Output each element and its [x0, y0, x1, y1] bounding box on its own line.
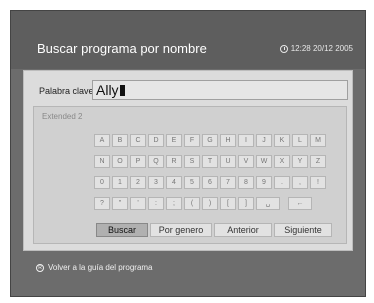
key[interactable]: 1: [112, 176, 128, 189]
key[interactable]: E: [166, 134, 182, 147]
key[interactable]: T: [202, 155, 218, 168]
next-button[interactable]: Siguiente: [274, 223, 332, 237]
key[interactable]: A: [94, 134, 110, 147]
datetime-text: 12:28 20/12 2005: [290, 44, 353, 53]
keyword-value: Ally: [96, 82, 119, 98]
key[interactable]: 5: [184, 176, 200, 189]
key[interactable]: M: [310, 134, 326, 147]
key[interactable]: S: [184, 155, 200, 168]
key[interactable]: B: [112, 134, 128, 147]
key[interactable]: U: [220, 155, 236, 168]
key[interactable]: X: [274, 155, 290, 168]
back-icon: R: [36, 263, 44, 272]
key[interactable]: 6: [202, 176, 218, 189]
keyword-label: Palabra clave: [39, 86, 94, 96]
key[interactable]: D: [148, 134, 164, 147]
key[interactable]: J: [256, 134, 272, 147]
key[interactable]: 3: [148, 176, 164, 189]
header: Buscar programa por nombre 12:28 20/12 2…: [11, 11, 365, 69]
keyword-input[interactable]: Ally: [92, 80, 348, 100]
key[interactable]: P: [130, 155, 146, 168]
onscreen-keyboard: Extended 2 ABCDEFGHIJKLM NOPQRSTUVWXYZ 012…: [33, 106, 347, 244]
clock-icon: [279, 44, 288, 53]
key[interactable]: ]: [238, 197, 254, 210]
key[interactable]: W: [256, 155, 272, 168]
key[interactable]: 4: [166, 176, 182, 189]
previous-button[interactable]: Anterior: [214, 223, 272, 237]
key[interactable]: F: [184, 134, 200, 147]
key[interactable]: I: [238, 134, 254, 147]
key[interactable]: L: [292, 134, 308, 147]
key[interactable]: 9: [256, 176, 272, 189]
search-panel: Palabra clave Ally Extended 2 ABCDEFGHIJ…: [23, 70, 353, 251]
text-cursor: [119, 85, 125, 96]
key[interactable]: Y: [292, 155, 308, 168]
key[interactable]: ,: [292, 176, 308, 189]
tv-screen: Buscar programa por nombre 12:28 20/12 2…: [10, 10, 366, 297]
key[interactable]: O: [112, 155, 128, 168]
key[interactable]: 7: [220, 176, 236, 189]
footer: R Volver a la guía del programa: [36, 263, 153, 272]
search-button[interactable]: Buscar: [96, 223, 148, 237]
key[interactable]: V: [238, 155, 254, 168]
key[interactable]: [: [220, 197, 236, 210]
key[interactable]: N: [94, 155, 110, 168]
key[interactable]: ": [112, 197, 128, 210]
key[interactable]: ?: [94, 197, 110, 210]
key[interactable]: G: [202, 134, 218, 147]
key[interactable]: H: [220, 134, 236, 147]
key[interactable]: ;: [166, 197, 182, 210]
key[interactable]: K: [274, 134, 290, 147]
key[interactable]: 2: [130, 176, 146, 189]
key[interactable]: ': [130, 197, 146, 210]
key[interactable]: .: [274, 176, 290, 189]
key[interactable]: (: [184, 197, 200, 210]
back-to-guide-label[interactable]: Volver a la guía del programa: [48, 263, 153, 272]
space-key[interactable]: ␣: [256, 197, 280, 210]
by-genre-button[interactable]: Por genero: [150, 223, 212, 237]
key[interactable]: R: [166, 155, 182, 168]
datetime: 12:28 20/12 2005: [279, 44, 353, 53]
key[interactable]: ): [202, 197, 218, 210]
page-title: Buscar programa por nombre: [37, 41, 207, 56]
key[interactable]: :: [148, 197, 164, 210]
key[interactable]: 0: [94, 176, 110, 189]
key[interactable]: Q: [148, 155, 164, 168]
key[interactable]: Z: [310, 155, 326, 168]
key[interactable]: C: [130, 134, 146, 147]
key[interactable]: !: [310, 176, 326, 189]
backspace-key[interactable]: ←: [288, 197, 312, 210]
keyboard-mode: Extended 2: [42, 112, 83, 121]
key[interactable]: 8: [238, 176, 254, 189]
